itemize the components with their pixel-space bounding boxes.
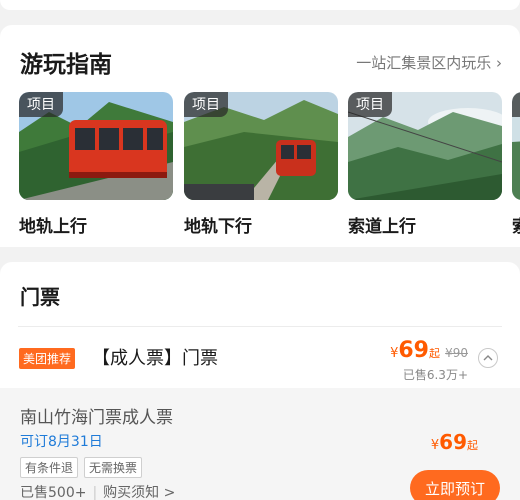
attraction-image: 项目 (348, 92, 502, 200)
price-value: 69 (398, 338, 429, 363)
ticket-row-adult[interactable]: 美团推荐 【成人票】门票 ¥69起 ¥90 已售6.3万+ (0, 326, 520, 388)
guide-title: 游玩指南 (20, 52, 112, 78)
attraction-card-cable-up[interactable]: 项目 索道上行 (348, 92, 502, 237)
book-now-button[interactable]: 立即预订 (410, 470, 500, 500)
sub-ticket-title: 南山竹海门票成人票 (20, 408, 173, 428)
attraction-tag: 项目 (512, 92, 520, 117)
sub-ticket-price: ¥69起 (431, 430, 478, 454)
attraction-name: 索道上行 (348, 217, 416, 237)
ticket-sub-item[interactable]: 南山竹海门票成人票 可订8月31日 有条件退 无需换票 已售500+ | 购买须知 … (0, 388, 520, 500)
tickets-title: 门票 (20, 285, 60, 309)
attraction-card-partial[interactable]: 项目 索 (512, 92, 520, 237)
currency-symbol: ¥ (430, 438, 440, 453)
guide-section: 游玩指南 一站汇集景区内玩乐 › 项目 地轨上行 项目 地轨下行 项目 索道上行 (0, 25, 520, 247)
attraction-image: 项目 (512, 92, 520, 200)
chevron-up-icon[interactable] (478, 348, 498, 368)
attraction-name: 地轨上行 (19, 217, 87, 237)
attraction-card-rail-up[interactable]: 项目 地轨上行 (19, 92, 173, 237)
price-from: 起 (467, 439, 478, 452)
price-from: 起 (429, 347, 440, 360)
tag-refund: 有条件退 (20, 457, 79, 478)
attraction-image: 项目 (184, 92, 338, 200)
sold-count: 已售6.3万+ (402, 368, 468, 382)
attraction-image: 项目 (19, 92, 173, 200)
purchase-notice-link[interactable]: 购买须知 > (103, 485, 175, 500)
ticket-price: ¥69起 ¥90 (390, 338, 468, 363)
attraction-tag: 项目 (184, 92, 228, 117)
original-price: ¥90 (445, 346, 468, 360)
attraction-tag: 项目 (19, 92, 63, 117)
previous-card (0, 0, 520, 10)
guide-more-link[interactable]: 一站汇集景区内玩乐 › (356, 52, 502, 73)
ticket-tags: 有条件退 无需换票 (20, 457, 143, 478)
attraction-name: 地轨下行 (184, 217, 252, 237)
attraction-card-rail-down[interactable]: 项目 地轨下行 (184, 92, 338, 237)
attraction-tag: 项目 (348, 92, 392, 117)
tag-no-exchange: 无需换票 (84, 457, 143, 478)
footer-separator: | (92, 485, 98, 500)
sub-footer: 已售500+ | 购买须知 > (20, 482, 175, 500)
price-value: 69 (439, 430, 467, 454)
attraction-name: 索 (512, 212, 520, 237)
tickets-section: 门票 美团推荐 【成人票】门票 ¥69起 ¥90 已售6.3万+ 南山竹海门票成… (0, 262, 520, 500)
recommend-badge: 美团推荐 (19, 348, 76, 369)
bookable-date: 可订8月31日 (20, 434, 103, 450)
ticket-title: 【成人票】门票 (92, 348, 218, 369)
sub-sold-count: 已售500+ (20, 485, 87, 500)
